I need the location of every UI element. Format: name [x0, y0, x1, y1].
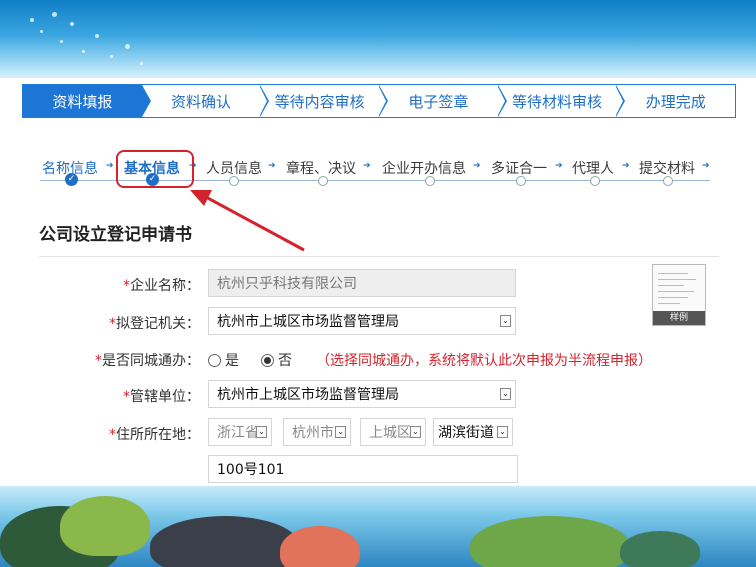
step-material-review[interactable]: 等待材料审核: [497, 85, 626, 117]
same-city-hint: （选择同城通办，系统将默认此次申报为半流程申报）: [316, 353, 652, 369]
arrow-icon: ➔: [363, 161, 371, 171]
arrow-icon: ➔: [268, 161, 276, 171]
reg-authority-select[interactable]: 杭州市上城区市场监督管理局 ⌄: [208, 307, 516, 335]
step-dot: [425, 176, 435, 186]
sample-thumbnail[interactable]: 样例: [652, 264, 706, 326]
radio-yes[interactable]: [208, 353, 221, 367]
arrow-icon: ➔: [622, 161, 630, 171]
check-icon: ✓: [65, 173, 78, 186]
page-edge: [735, 78, 756, 486]
address-detail-input[interactable]: 100号101: [208, 455, 518, 483]
step-dot: [516, 176, 526, 186]
step-dot: [590, 176, 600, 186]
district-select[interactable]: 上城区 ⌄: [360, 418, 426, 446]
jurisdiction-select[interactable]: 杭州市上城区市场监督管理局 ⌄: [208, 380, 516, 408]
reg-authority-label: *拟登记机关：: [109, 316, 200, 332]
highlight-box: [116, 150, 194, 188]
same-city-label: *是否同城通办：: [95, 353, 200, 369]
step-e-signature[interactable]: 电子签章: [379, 85, 507, 117]
same-city-radio-group: 是 否 （选择同城通办，系统将默认此次申报为半流程申报）: [208, 350, 652, 370]
step-data-entry[interactable]: 资料填报: [23, 85, 151, 117]
application-panel: 资料填报 资料确认 等待内容审核 电子签章 等待材料审核 办理完成 名称信息 ➔…: [22, 78, 736, 486]
chevron-down-icon: ⌄: [256, 426, 267, 438]
footer-background: [0, 486, 756, 567]
chevron-down-icon: ⌄: [497, 426, 508, 438]
chevron-down-icon: ⌄: [500, 315, 511, 327]
company-name-label: *企业名称：: [123, 278, 200, 294]
substep-submit-materials[interactable]: 提交材料: [639, 158, 695, 178]
chevron-down-icon: ⌄: [335, 426, 346, 438]
arrow-icon: ➔: [473, 161, 481, 171]
step-content-review[interactable]: 等待内容审核: [260, 85, 389, 117]
substep-agent[interactable]: 代理人: [572, 158, 614, 178]
city-select[interactable]: 杭州市 ⌄: [283, 418, 351, 446]
radio-no[interactable]: [261, 353, 274, 367]
step-data-confirm[interactable]: 资料确认: [141, 85, 270, 117]
sample-tag: 样例: [653, 311, 705, 325]
arrow-icon: ➔: [555, 161, 563, 171]
chevron-down-icon: ⌄: [500, 388, 511, 400]
street-select[interactable]: 湖滨街道 ⌄: [433, 418, 513, 446]
company-name-field[interactable]: 杭州只乎科技有限公司: [208, 269, 516, 297]
form-title: 公司设立登记申请书: [39, 225, 192, 245]
substep-multi-cert[interactable]: 多证合一: [491, 158, 547, 178]
substep-articles[interactable]: 章程、决议: [286, 158, 356, 178]
annotation-arrow-icon: [190, 190, 305, 252]
jurisdiction-label: *管辖单位：: [123, 389, 200, 405]
arrow-icon: ➔: [702, 161, 710, 171]
address-label: *住所所在地：: [109, 427, 200, 443]
substep-business-opening[interactable]: 企业开办信息: [382, 158, 466, 178]
step-dot: [318, 176, 328, 186]
step-complete[interactable]: 办理完成: [616, 85, 736, 117]
header-background: [0, 0, 756, 78]
province-select[interactable]: 浙江省 ⌄: [208, 418, 272, 446]
chevron-down-icon: ⌄: [410, 426, 421, 438]
progress-steps: 资料填报 资料确认 等待内容审核 电子签章 等待材料审核 办理完成: [22, 84, 736, 118]
step-dot: [663, 176, 673, 186]
divider: [39, 256, 719, 257]
substep-personnel-info[interactable]: 人员信息: [206, 158, 262, 178]
arrow-icon: ➔: [106, 161, 114, 171]
